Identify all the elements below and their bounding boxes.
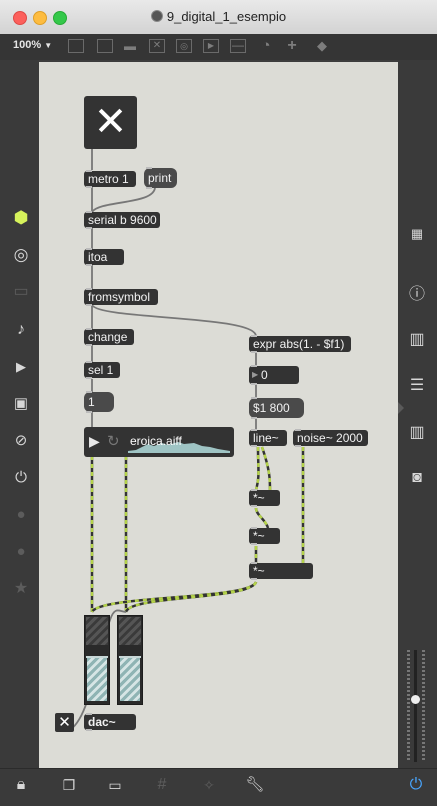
fromsymbol-label: fromsymbol	[88, 290, 151, 304]
gain-slider-left-handle[interactable]	[86, 656, 108, 658]
noise-tilde-label: noise~ 2000	[297, 431, 363, 445]
multiply-tilde-1[interactable]: *~	[249, 489, 280, 507]
gain-slider-left-top	[86, 617, 108, 645]
gain-slider-right-handle[interactable]	[119, 656, 141, 658]
multiply-tilde-2-label: *~	[253, 529, 265, 543]
sel-object[interactable]: sel 1	[84, 361, 120, 379]
multiply-tilde-3[interactable]: *~	[249, 562, 313, 580]
change-label: change	[88, 330, 128, 344]
message-line-ramp-label: $1 800	[253, 401, 290, 415]
dac-object[interactable]: dac~	[84, 713, 136, 731]
expr-object[interactable]: expr abs(1. - $f1)	[249, 335, 351, 353]
line-tilde-label: line~	[253, 431, 279, 445]
toggle-x-icon: ✕	[93, 100, 128, 144]
number-triangle-icon: ▶	[252, 370, 259, 379]
wrench-icon[interactable]: 🔧︎	[243, 773, 267, 797]
patch-cords	[67, 148, 305, 732]
playlist-sfplay[interactable]: ▶ ↻ eroica.aiff	[84, 427, 234, 457]
itoa-label: itoa	[88, 250, 108, 264]
grid-snap-icon: #	[157, 776, 167, 793]
multiply-tilde-1-label: *~	[253, 491, 265, 505]
toggle-small-x-icon: ✕	[58, 714, 71, 731]
gain-slider-left-fill	[87, 658, 107, 701]
number-box-value: 0	[261, 368, 268, 382]
print-object[interactable]: print	[144, 167, 177, 189]
itoa-object[interactable]: itoa	[84, 248, 124, 266]
presentation-icon[interactable]: ▭	[103, 773, 127, 797]
serial-label: serial b 9600	[88, 213, 157, 227]
message-one[interactable]: 1	[84, 391, 114, 413]
multiply-tilde-3-label: *~	[253, 564, 265, 578]
message-line-ramp[interactable]: $1 800	[249, 397, 304, 419]
toggle-large[interactable]: ✕	[84, 96, 137, 149]
power-icon[interactable]: ⏻	[404, 773, 428, 797]
sfplay-filename: eroica.aiff	[130, 434, 182, 448]
line-tilde-object[interactable]: line~	[249, 429, 287, 447]
expr-label: expr abs(1. - $f1)	[253, 337, 345, 351]
multiply-tilde-2[interactable]: *~	[249, 527, 280, 545]
auto-patching-icon: ✧	[203, 777, 215, 793]
windows-icon[interactable]: ❐	[57, 773, 81, 797]
noise-tilde-object[interactable]: noise~ 2000	[293, 429, 368, 447]
sel-label: sel 1	[88, 363, 114, 377]
loop-icon[interactable]: ↻	[107, 432, 120, 450]
play-icon[interactable]: ▶	[89, 433, 100, 450]
fromsymbol-object[interactable]: fromsymbol	[84, 288, 158, 306]
metro-object[interactable]: metro 1	[84, 170, 136, 188]
toggle-small[interactable]: ✕	[55, 713, 74, 732]
gain-slider-left[interactable]	[84, 615, 110, 705]
gain-slider-right[interactable]	[117, 615, 143, 705]
lock-icon[interactable]: 🔒︎	[9, 773, 33, 797]
change-object[interactable]: change	[84, 328, 134, 346]
print-label: print	[148, 171, 172, 185]
gain-slider-right-top	[119, 617, 141, 645]
metro-label: metro 1	[88, 172, 129, 186]
message-one-label: 1	[88, 395, 95, 409]
gain-slider-right-fill	[120, 658, 140, 701]
number-box[interactable]: ▶ 0	[249, 365, 299, 385]
cord-print-serial	[91, 186, 156, 213]
dac-label: dac~	[88, 715, 116, 729]
serial-object[interactable]: serial b 9600	[84, 211, 160, 229]
